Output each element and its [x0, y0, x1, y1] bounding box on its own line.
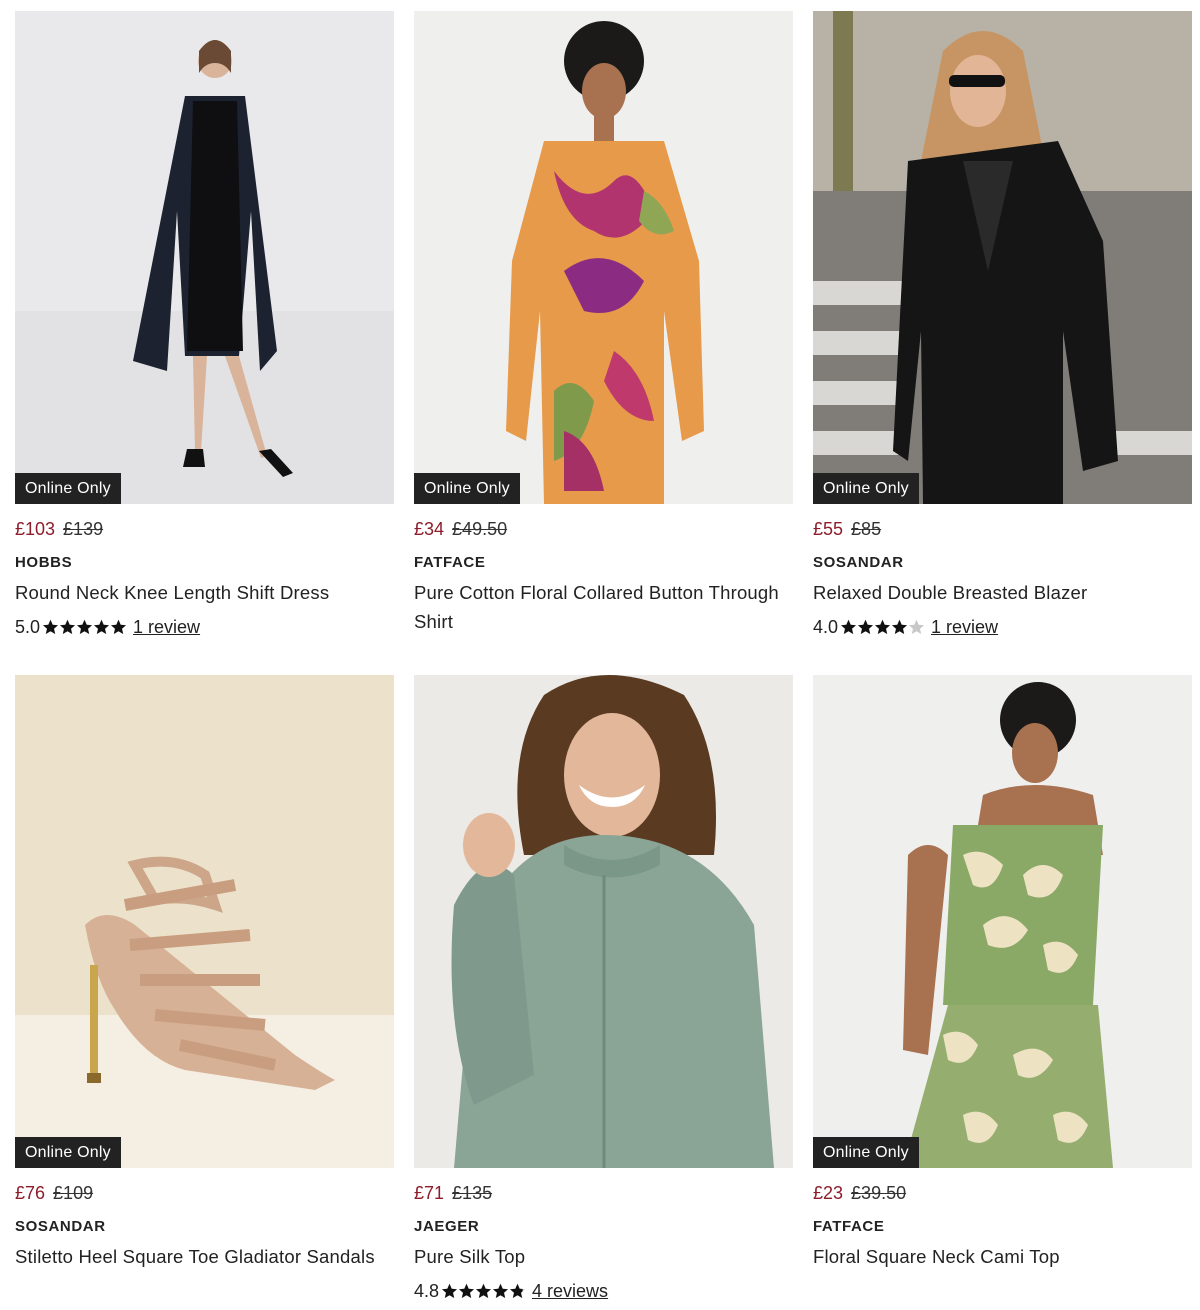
online-only-badge: Online Only	[414, 473, 520, 504]
product-brand: HOBBS	[15, 554, 73, 571]
star-empty-icon	[909, 619, 925, 634]
rating-stars	[441, 1283, 526, 1300]
rating-score: 5.0	[15, 617, 41, 637]
reviews-link[interactable]: 4 reviews	[532, 1279, 608, 1303]
star-filled-icon	[892, 619, 908, 634]
product-image[interactable]: Online Only	[414, 11, 793, 504]
product-card[interactable]: Online Only £76 £109 SOSANDAR Stiletto He…	[15, 675, 394, 1271]
model-in-black-coat-and-shift-dress-icon	[15, 11, 394, 504]
star-filled-icon	[111, 619, 127, 634]
online-only-badge: Online Only	[813, 1137, 919, 1168]
price-row: £55 £85	[813, 518, 1192, 540]
sale-price: £103	[15, 519, 56, 539]
star-filled-icon	[476, 1283, 492, 1298]
product-title[interactable]: Round Neck Knee Length Shift Dress	[15, 578, 394, 607]
model-in-sage-silk-top-icon	[414, 675, 793, 1168]
star-filled-icon	[94, 619, 110, 634]
star-filled-icon	[841, 619, 857, 634]
price-row: £76 £109	[15, 1182, 394, 1204]
gladiator-sandal-icon	[15, 675, 394, 1168]
sale-price: £71	[414, 1183, 445, 1203]
product-title[interactable]: Pure Silk Top	[414, 1242, 793, 1271]
star-filled-icon	[77, 619, 93, 634]
product-brand: SOSANDAR	[15, 1218, 106, 1235]
price-row: £71 £135	[414, 1182, 793, 1204]
original-price: £49.50	[452, 519, 508, 539]
model-in-green-floral-cami-icon	[813, 675, 1192, 1168]
online-only-badge: Online Only	[15, 473, 121, 504]
original-price: £109	[53, 1183, 94, 1203]
star-filled-icon	[459, 1283, 475, 1298]
product-image[interactable]	[414, 675, 793, 1168]
product-brand: FATFACE	[414, 554, 486, 571]
star-filled-icon	[60, 619, 76, 634]
product-brand: SOSANDAR	[813, 554, 904, 571]
online-only-badge: Online Only	[813, 473, 919, 504]
product-title[interactable]: Relaxed Double Breasted Blazer	[813, 578, 1192, 607]
model-in-black-blazer-icon	[813, 11, 1192, 504]
rating-score: 4.0	[813, 617, 839, 637]
sale-price: £55	[813, 519, 844, 539]
product-image[interactable]: Online Only	[15, 675, 394, 1168]
rating-score: 4.8	[414, 1281, 440, 1301]
product-image[interactable]: Online Only	[813, 11, 1192, 504]
product-brand: FATFACE	[813, 1218, 885, 1235]
product-rating: 5.0 1 review	[15, 615, 394, 639]
product-card[interactable]: Online Only £34 £49.50 FATFACE Pure Cotto…	[414, 11, 793, 636]
original-price: £135	[452, 1183, 493, 1203]
original-price: £85	[851, 519, 882, 539]
rating-stars	[840, 619, 925, 636]
product-card[interactable]: Online Only £103 £139 HOBBS Round Neck Kn…	[15, 11, 394, 639]
model-in-floral-shirt-icon	[414, 11, 793, 504]
star-filled-icon	[43, 619, 59, 634]
product-image[interactable]: Online Only	[813, 675, 1192, 1168]
product-rating: 4.8 4 reviews	[414, 1279, 793, 1303]
star-filled-icon	[875, 619, 891, 634]
price-row: £34 £49.50	[414, 518, 793, 540]
price-row: £23 £39.50	[813, 1182, 1192, 1204]
online-only-badge: Online Only	[15, 1137, 121, 1168]
reviews-link[interactable]: 1 review	[931, 615, 998, 639]
product-card[interactable]: Online Only £55 £85 SOSANDAR Relaxed Doub…	[813, 11, 1192, 639]
rating-stars	[42, 619, 127, 636]
price-row: £103 £139	[15, 518, 394, 540]
product-card[interactable]: Online Only £23 £39.50 FATFACE Floral Squ…	[813, 675, 1192, 1271]
product-rating: 4.0 1 review	[813, 615, 1192, 639]
product-brand: JAEGER	[414, 1218, 480, 1235]
product-grid: Online Only £103 £139 HOBBS Round Neck Kn…	[0, 0, 1200, 1310]
product-title[interactable]: Pure Cotton Floral Collared Button Throu…	[414, 578, 793, 636]
sale-price: £76	[15, 1183, 46, 1203]
sale-price: £23	[813, 1183, 844, 1203]
reviews-link[interactable]: 1 review	[133, 615, 200, 639]
product-card[interactable]: £71 £135 JAEGER Pure Silk Top 4.8 4 revie…	[414, 675, 793, 1303]
product-title[interactable]: Stiletto Heel Square Toe Gladiator Sanda…	[15, 1242, 394, 1271]
product-image[interactable]: Online Only	[15, 11, 394, 504]
star-filled-icon	[493, 1283, 509, 1298]
sale-price: £34	[414, 519, 445, 539]
product-title[interactable]: Floral Square Neck Cami Top	[813, 1242, 1192, 1271]
star-filled-icon	[442, 1283, 458, 1298]
original-price: £39.50	[851, 1183, 907, 1203]
star-partial-icon	[510, 1283, 526, 1298]
original-price: £139	[63, 519, 104, 539]
star-filled-icon	[858, 619, 874, 634]
